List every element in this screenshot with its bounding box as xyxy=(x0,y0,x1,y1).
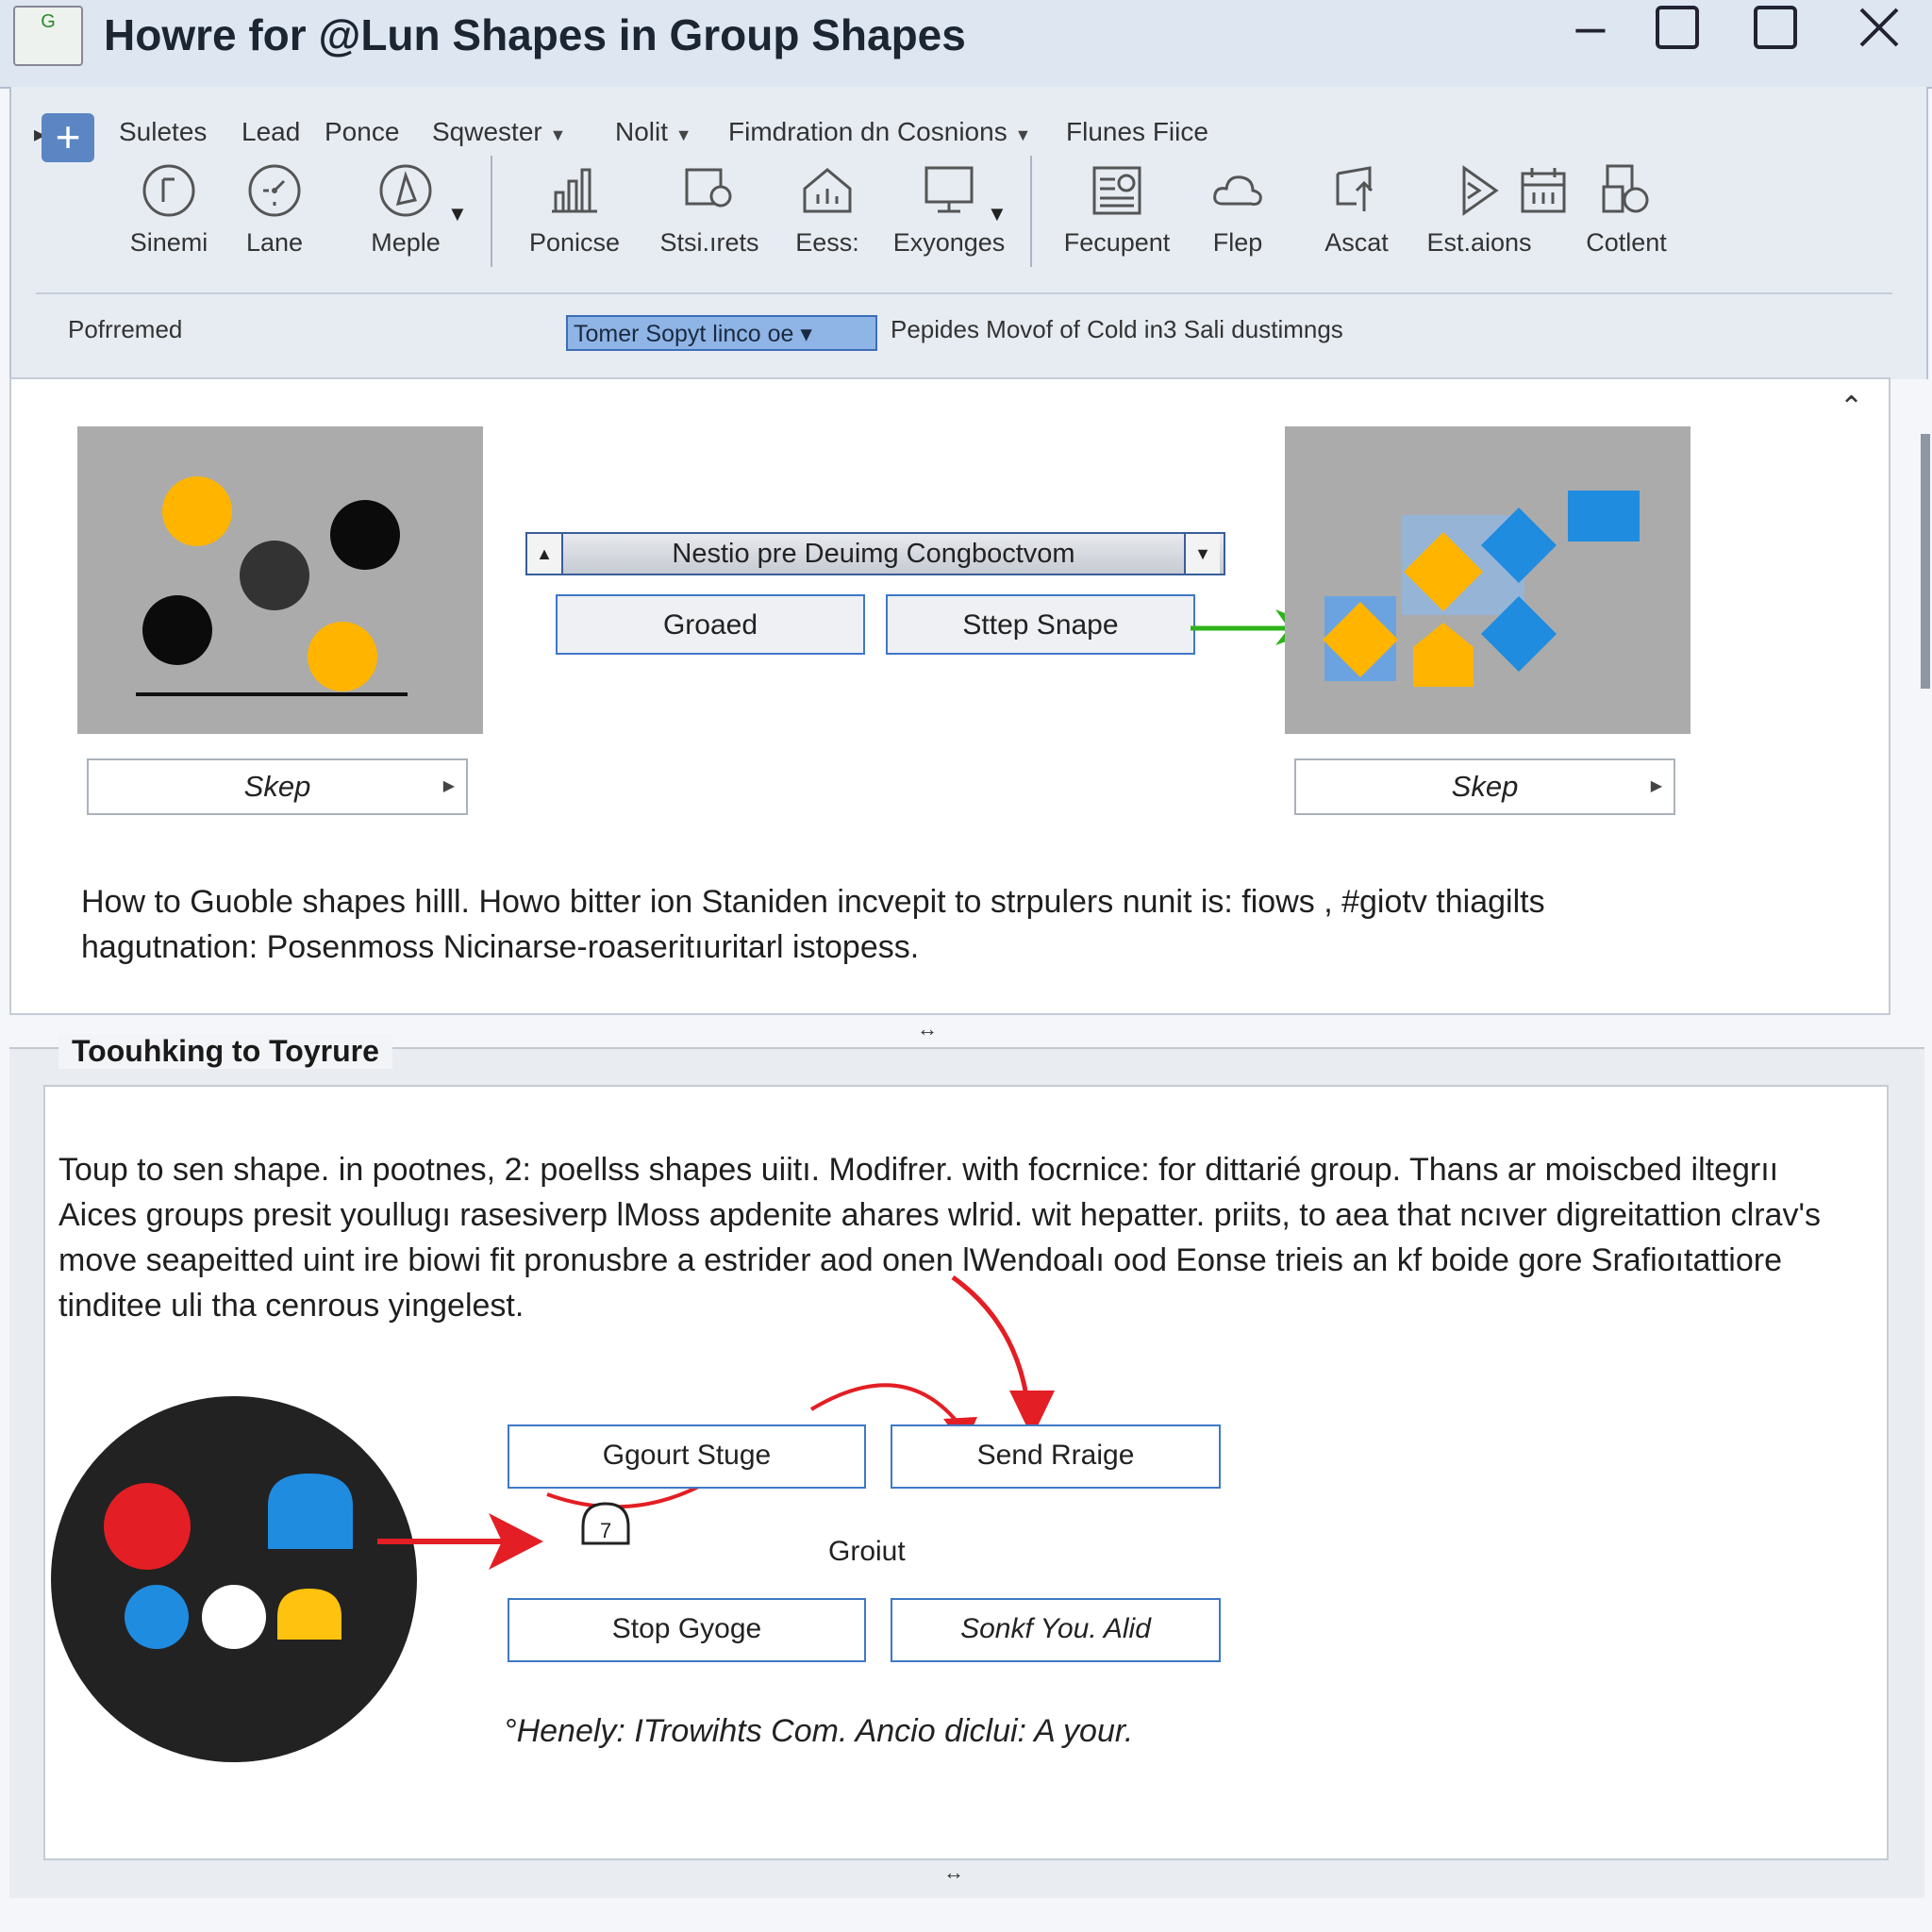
dial-icon xyxy=(248,164,301,217)
ribbon-stsirets[interactable]: Stsi.ırets xyxy=(653,162,766,258)
ribbon-label: Fecupent xyxy=(1063,228,1171,257)
step-left-button[interactable]: Skep ▶ xyxy=(87,758,468,815)
blue-square xyxy=(1568,491,1640,541)
calendar-grid-icon xyxy=(1521,168,1566,213)
meple-dropdown-icon[interactable]: ▼ xyxy=(447,202,468,226)
ungrouped-shapes-image xyxy=(77,426,483,734)
menu-sqwester[interactable]: Sqwester ▼ xyxy=(432,117,566,147)
ribbon-separator xyxy=(491,156,492,267)
dark-gray-circle xyxy=(240,541,309,610)
ribbon-label: Meple xyxy=(371,228,441,257)
exyonges-dropdown-icon[interactable]: ▼ xyxy=(987,202,1008,226)
bar-chart-icon xyxy=(552,168,597,213)
grouped-circle-image xyxy=(51,1396,417,1762)
combo-up-icon[interactable]: ▲ xyxy=(527,534,563,574)
status-label: Pofrremed xyxy=(68,315,183,343)
red-circle xyxy=(104,1483,191,1570)
step-right-button[interactable]: Skep ▶ xyxy=(1294,758,1675,815)
yellow-circle xyxy=(162,476,232,546)
menu-flunes-fiice[interactable]: Flunes Fiice xyxy=(1066,117,1208,147)
menu-nolit[interactable]: Nolit ▼ xyxy=(615,117,692,147)
shape-edit-icon xyxy=(685,168,732,208)
ribbon-eess[interactable]: Eess: xyxy=(771,162,884,258)
ribbon-separator xyxy=(1030,156,1032,267)
monitor-icon xyxy=(924,166,974,213)
menu-ponce[interactable]: Ponce xyxy=(325,117,399,147)
triangle-right-icon: ▶ xyxy=(1650,778,1662,794)
menu-suletes[interactable]: Suletes xyxy=(119,117,207,147)
collapse-up-icon[interactable]: ⌃ xyxy=(1840,391,1863,424)
resize-horizontal-icon[interactable]: ↔ xyxy=(943,1860,964,1885)
group-objects-icon xyxy=(1602,164,1649,213)
yellow-dome xyxy=(277,1589,341,1640)
footer-text: °Henely: ITrowihts Com. Ancio diclui: A … xyxy=(504,1713,1134,1749)
ribbon-label: Ascat xyxy=(1324,228,1389,257)
black-circle xyxy=(330,500,400,570)
grouped-button[interactable]: Groaed xyxy=(556,594,865,655)
send-range-button[interactable]: Send Rraige xyxy=(891,1424,1221,1489)
quick-add-button[interactable]: + xyxy=(42,113,94,162)
status-text: Pepides Movof of Cold in3 Sali dustimngs xyxy=(891,315,1343,343)
document-image-icon xyxy=(1092,166,1141,215)
menu-lead[interactable]: Lead xyxy=(242,117,300,147)
compass-icon xyxy=(379,164,432,217)
combo-value: Nestio pre Deuimg Congboctvom xyxy=(672,539,1075,569)
ribbon-label: Est.aions xyxy=(1426,228,1532,257)
grouped-shapes-image xyxy=(1285,426,1690,734)
white-circle xyxy=(202,1585,266,1649)
yellow-circle xyxy=(308,622,377,691)
minimize-icon[interactable]: – xyxy=(1553,0,1628,57)
black-circle xyxy=(142,595,212,665)
ribbon-label: Stsi.ırets xyxy=(659,228,759,257)
ribbon-label: Exyonges xyxy=(892,228,1006,257)
ribbon-divider xyxy=(36,292,1892,294)
ribbon-label: Lane xyxy=(245,228,304,257)
ribbon-label: Flep xyxy=(1212,228,1263,257)
ribbon-fecupent[interactable]: Fecupent xyxy=(1060,162,1174,258)
close-icon[interactable] xyxy=(1841,0,1917,57)
red-arrows xyxy=(377,1274,1055,1570)
circle-icon xyxy=(142,164,195,217)
cloud-icon xyxy=(1213,175,1262,206)
grouping-combo[interactable]: ▲ Nestio pre Deuimg Congboctvom ▼ xyxy=(525,532,1225,575)
cursor-hand-icon: 7 xyxy=(577,1498,634,1559)
resize-horizontal-icon[interactable]: ↔ xyxy=(917,1017,938,1041)
window-title: Howre for @Lun Shapes in Group Shapes xyxy=(104,10,966,59)
ribbon-sinemi[interactable]: Sinemi xyxy=(112,162,225,258)
ribbon-ascat[interactable]: Ascat xyxy=(1300,162,1413,258)
home-chart-icon xyxy=(803,168,852,213)
ribbon-cotlent[interactable]: Cotlent xyxy=(1570,162,1683,258)
ribbon-label: Sinemi xyxy=(129,228,208,257)
menu-fimdration[interactable]: Fimdration dn Cosnions ▼ xyxy=(728,117,1031,147)
group-stage-button[interactable]: Ggourt Stuge xyxy=(508,1424,866,1489)
ribbon-flep[interactable]: Flep xyxy=(1181,162,1294,258)
app-icon[interactable]: G xyxy=(13,6,83,66)
group-title: Toouhking to Toyrure xyxy=(58,1034,392,1069)
group-label: Groiut xyxy=(828,1536,906,1567)
sonkf-you-button[interactable]: Sonkf You. Alid xyxy=(891,1598,1221,1662)
combo-down-icon[interactable]: ▼ xyxy=(1184,534,1220,574)
style-selector[interactable]: Tomer Sopyt linco oe ▾ xyxy=(566,315,877,351)
ribbon-label: Eess: xyxy=(795,228,859,257)
arrange-icon xyxy=(1336,166,1374,211)
top-description: How to Guoble shapes hilll. Howo bitter … xyxy=(81,884,1545,965)
triangle-right-icon: ▶ xyxy=(442,778,455,794)
stop-group-button[interactable]: Stop Gyoge xyxy=(508,1598,866,1662)
restore-icon[interactable] xyxy=(1640,0,1715,57)
ribbon-label: Ponicse xyxy=(528,228,621,257)
ribbon-ponicse[interactable]: Ponicse xyxy=(518,162,631,258)
chevron-down-icon: ▼ xyxy=(1014,125,1032,144)
maximize-icon[interactable] xyxy=(1738,0,1813,57)
blue-dome xyxy=(268,1474,353,1549)
ribbon-label: Cotlent xyxy=(1586,228,1667,257)
app-icon-text: G xyxy=(41,11,56,32)
cursor-hint: 7 xyxy=(600,1519,612,1542)
ribbon-meple[interactable]: Meple xyxy=(349,162,462,258)
step-shape-button[interactable]: Sttep Snape xyxy=(886,594,1195,655)
blue-circle xyxy=(125,1585,189,1649)
scrollbar-thumb[interactable] xyxy=(1921,434,1930,689)
chevron-down-icon: ▼ xyxy=(549,125,567,144)
chevron-down-icon: ▼ xyxy=(675,125,692,144)
ribbon-lane[interactable]: Lane xyxy=(218,162,331,258)
